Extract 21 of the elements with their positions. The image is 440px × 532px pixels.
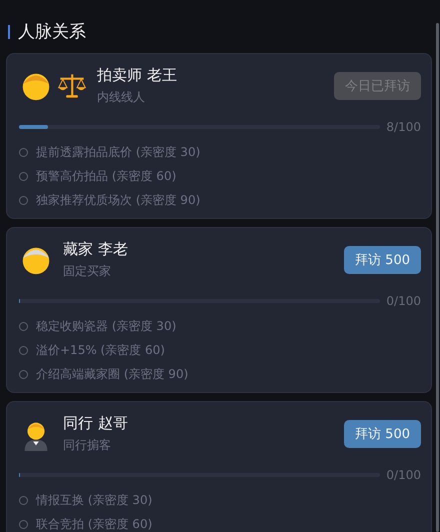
section-title: 人脉关系 [18,21,86,43]
contact-role: 固定买家 [63,263,112,280]
perk-label: 独家推荐优质场次 (亲密度 90) [36,192,200,209]
intimacy-value: 0/100 [386,294,421,308]
scrollbar[interactable] [436,23,439,532]
perk-label: 稳定收购瓷器 (亲密度 30) [36,318,176,335]
visit-button[interactable]: 拜访 500 [344,420,421,448]
contact-role: 同行掮客 [63,437,112,454]
perk-label: 介绍高端藏家圈 (亲密度 90) [36,366,188,383]
perk-label: 联合竞拍 (亲密度 60) [36,516,152,532]
contact-name: 藏家 李老 [63,240,129,259]
perk-label: 溢价+15% (亲密度 60) [36,342,165,359]
perk-label: 情报互换 (亲密度 30) [36,492,152,509]
intimacy-value: 8/100 [386,120,421,134]
contact-name: 同行 赵哥 [63,414,129,433]
intimacy-value: 0/100 [386,468,421,482]
perk-label: 提前透露拍品底价 (亲密度 30) [36,144,200,161]
perk-label: 预警高仿拍品 (亲密度 60) [36,168,176,185]
contact-name: 拍卖师 老王 [97,66,178,85]
contact-role: 内线线人 [97,89,146,106]
visit-button[interactable]: 拜访 500 [344,246,421,274]
